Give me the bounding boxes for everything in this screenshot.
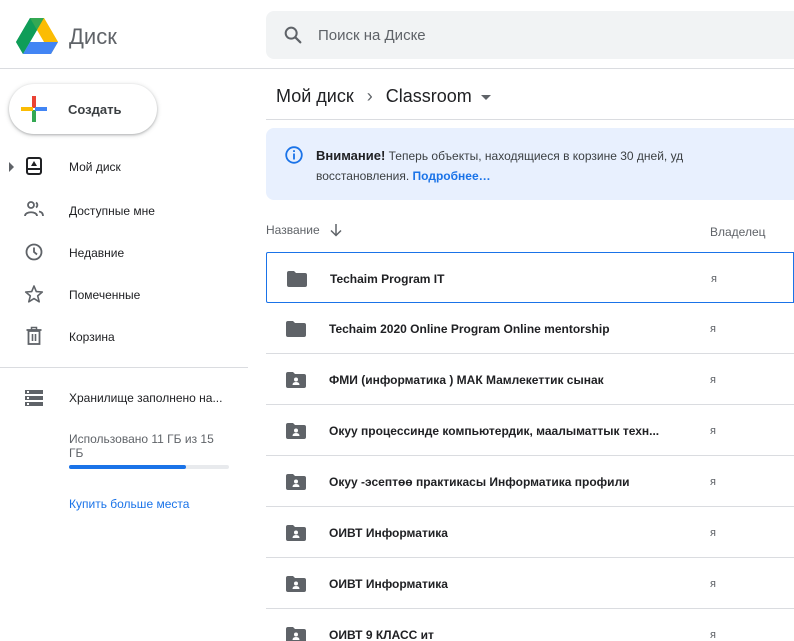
info-icon xyxy=(285,146,303,164)
buy-storage-link[interactable]: Купить больше места xyxy=(69,497,189,511)
shared-folder-icon xyxy=(286,576,306,592)
file-list: Techaim Program IT я Techaim 2020 Online P… xyxy=(266,252,794,641)
storage-used-text: Использовано 11 ГБ из 15 ГБ xyxy=(69,432,214,460)
trash-notice-banner: Внимание! Теперь объекты, находящиеся в … xyxy=(266,128,794,200)
create-button[interactable]: Создать xyxy=(9,84,157,134)
sidebar-item-trash[interactable]: Корзина xyxy=(0,318,256,358)
sidebar-item-starred[interactable]: Помеченные xyxy=(0,276,256,316)
sidebar-item-shared[interactable]: Доступные мне xyxy=(0,191,256,231)
banner-title: Внимание! xyxy=(316,148,386,163)
chevron-down-icon[interactable] xyxy=(480,95,491,100)
file-name: ОИВТ Информатика xyxy=(329,577,448,591)
app-title: Диск xyxy=(69,24,117,49)
column-header-name-label: Название xyxy=(266,223,320,237)
google-drive-logo-icon xyxy=(16,18,58,54)
breadcrumb-divider xyxy=(266,119,794,120)
file-name: ФМИ (информатика ) МАК Мамлекеттик сынак xyxy=(329,373,604,387)
column-header-name[interactable]: Название xyxy=(266,223,342,237)
file-owner: я xyxy=(710,578,716,590)
file-owner: я xyxy=(710,527,716,539)
sidebar-item-label: Корзина xyxy=(69,330,115,344)
banner-message-2: восстановления. xyxy=(316,169,413,183)
table-row[interactable]: Окуу процессинде компьютердик, маалыматт… xyxy=(266,405,794,456)
storage-progress-bar xyxy=(69,465,229,469)
sidebar-item-my-drive[interactable]: Мой диск xyxy=(0,148,256,188)
table-row[interactable]: ОИВТ 9 КЛАСС ит я xyxy=(266,609,794,641)
file-name: ОИВТ Информатика xyxy=(329,526,448,540)
file-name: Окуу -эсептөө практикасы Информатика про… xyxy=(329,475,630,489)
shared-folder-icon xyxy=(286,474,306,490)
file-name: Окуу процессинде компьютердик, маалыматт… xyxy=(329,424,660,438)
shared-folder-icon xyxy=(286,627,306,641)
storage-progress-fill xyxy=(69,465,186,469)
header-divider xyxy=(0,68,794,69)
file-name: ОИВТ 9 КЛАСС ит xyxy=(329,628,434,641)
sidebar-item-label: Недавние xyxy=(69,246,125,260)
sidebar-divider xyxy=(0,367,248,368)
table-row[interactable]: Techaim 2020 Online Program Online mento… xyxy=(266,303,794,354)
sidebar-item-label: Доступные мне xyxy=(69,204,155,218)
table-row[interactable]: ОИВТ Информатика я xyxy=(266,558,794,609)
banner-message: Теперь объекты, находящиеся в корзине 30… xyxy=(385,149,684,163)
storage-title: Хранилище заполнено на... xyxy=(69,391,223,405)
trash-icon xyxy=(26,326,42,345)
table-row[interactable]: ОИВТ Информатика я xyxy=(266,507,794,558)
file-owner: я xyxy=(710,323,716,335)
file-name: Techaim 2020 Online Program Online mento… xyxy=(329,322,610,336)
folder-icon xyxy=(287,271,307,287)
table-row[interactable]: ФМИ (информатика ) МАК Мамлекеттик сынак… xyxy=(266,354,794,405)
plus-icon xyxy=(21,96,47,122)
file-owner: я xyxy=(710,374,716,386)
breadcrumb-my-drive[interactable]: Мой диск xyxy=(276,86,354,107)
shared-with-me-icon xyxy=(24,201,44,217)
breadcrumb: Мой диск › Classroom xyxy=(276,86,491,107)
shared-folder-icon xyxy=(286,423,306,439)
sidebar-item-label: Помеченные xyxy=(69,288,141,302)
banner-text: Внимание! Теперь объекты, находящиеся в … xyxy=(316,146,794,186)
recent-clock-icon xyxy=(25,243,43,261)
arrow-down-sort-icon[interactable] xyxy=(330,223,342,237)
file-owner: я xyxy=(711,273,717,285)
sidebar-item-label: Мой диск xyxy=(69,160,121,174)
breadcrumb-separator-icon: › xyxy=(366,86,373,106)
shared-folder-icon xyxy=(286,525,306,541)
file-owner: я xyxy=(710,629,716,641)
star-icon xyxy=(24,285,44,303)
learn-more-link[interactable]: Подробнее… xyxy=(413,169,491,183)
search-icon[interactable] xyxy=(282,24,304,46)
table-row[interactable]: Techaim Program IT я xyxy=(266,252,794,303)
create-button-label: Создать xyxy=(68,102,122,117)
folder-icon xyxy=(286,321,306,337)
my-drive-icon xyxy=(26,157,42,175)
file-owner: я xyxy=(710,476,716,488)
shared-folder-icon xyxy=(286,372,306,388)
breadcrumb-classroom[interactable]: Classroom xyxy=(386,86,472,107)
file-name: Techaim Program IT xyxy=(330,272,445,286)
expand-arrow-icon[interactable] xyxy=(9,162,14,172)
table-row[interactable]: Окуу -эсептөө практикасы Информатика про… xyxy=(266,456,794,507)
column-header-owner[interactable]: Владелец xyxy=(710,225,766,239)
storage-icon xyxy=(25,390,43,406)
search-input[interactable] xyxy=(318,11,778,59)
search-bar[interactable] xyxy=(266,11,794,59)
file-owner: я xyxy=(710,425,716,437)
sidebar-item-recent[interactable]: Недавние xyxy=(0,234,256,274)
